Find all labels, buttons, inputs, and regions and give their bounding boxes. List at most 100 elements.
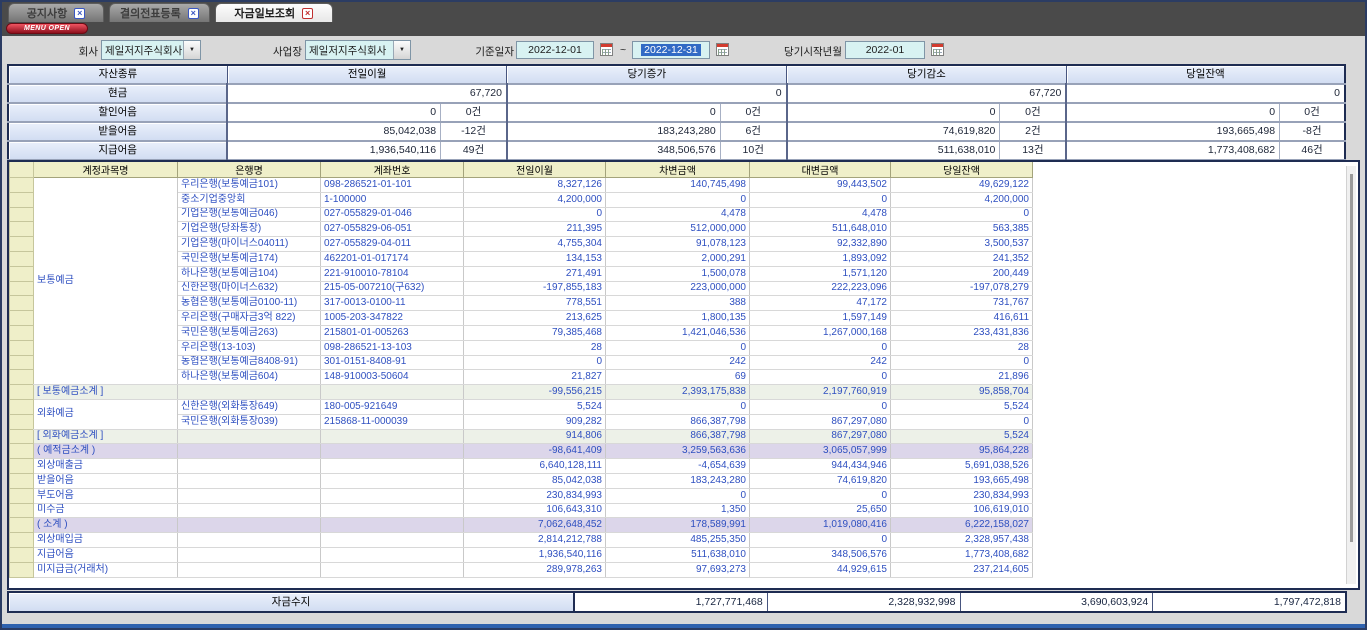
row-selector[interactable] bbox=[10, 311, 34, 326]
amount-cell[interactable]: 563,385 bbox=[891, 222, 1033, 237]
account-number-cell[interactable]: 1005-203-347822 bbox=[321, 311, 464, 326]
vertical-scrollbar[interactable] bbox=[1346, 166, 1356, 584]
amount-cell[interactable]: 1,267,000,168 bbox=[750, 325, 891, 340]
account-number-cell[interactable] bbox=[321, 533, 464, 548]
amount-cell[interactable]: 866,387,798 bbox=[606, 414, 750, 429]
amount-cell[interactable]: 183,243,280 bbox=[606, 473, 750, 488]
account-number-cell[interactable] bbox=[321, 547, 464, 562]
amount-cell[interactable]: -197,855,183 bbox=[464, 281, 606, 296]
amount-cell[interactable]: -99,556,215 bbox=[464, 385, 606, 400]
amount-cell[interactable]: 1,350 bbox=[606, 503, 750, 518]
bank-name-cell[interactable]: 우리은행(구매자금3억 822) bbox=[178, 311, 321, 326]
amount-cell[interactable]: 3,500,537 bbox=[891, 237, 1033, 252]
bank-name-cell[interactable] bbox=[178, 385, 321, 400]
row-selector[interactable] bbox=[10, 340, 34, 355]
amount-cell[interactable]: 106,643,310 bbox=[464, 503, 606, 518]
account-number-cell[interactable] bbox=[321, 562, 464, 577]
account-number-cell[interactable] bbox=[321, 385, 464, 400]
amount-cell[interactable]: 223,000,000 bbox=[606, 281, 750, 296]
account-number-cell[interactable] bbox=[321, 459, 464, 474]
amount-cell[interactable]: 134,153 bbox=[464, 251, 606, 266]
account-number-cell[interactable]: 215868-11-000039 bbox=[321, 414, 464, 429]
account-number-cell[interactable]: 027-055829-04-011 bbox=[321, 237, 464, 252]
amount-cell[interactable]: 0 bbox=[891, 414, 1033, 429]
amount-cell[interactable]: 6,222,158,027 bbox=[891, 518, 1033, 533]
amount-cell[interactable]: 1,500,078 bbox=[606, 266, 750, 281]
row-selector[interactable] bbox=[10, 562, 34, 577]
bank-name-cell[interactable]: 신한은행(마이너스632) bbox=[178, 281, 321, 296]
account-number-cell[interactable] bbox=[321, 518, 464, 533]
amount-cell[interactable]: 91,078,123 bbox=[606, 237, 750, 252]
bank-name-cell[interactable]: 하나은행(보통예금104) bbox=[178, 266, 321, 281]
account-number-cell[interactable]: 027-055829-06-051 bbox=[321, 222, 464, 237]
account-label-cell[interactable]: [ 외화예금소계 ] bbox=[34, 429, 178, 444]
amount-cell[interactable]: 0 bbox=[606, 340, 750, 355]
bank-name-cell[interactable]: 기업은행(당좌통장) bbox=[178, 222, 321, 237]
amount-cell[interactable]: 211,395 bbox=[464, 222, 606, 237]
amount-cell[interactable]: 106,619,010 bbox=[891, 503, 1033, 518]
amount-cell[interactable]: 1,773,408,682 bbox=[891, 547, 1033, 562]
grid-row[interactable]: 받을어음85,042,038183,243,28074,619,820193,6… bbox=[10, 473, 1033, 488]
grid-row[interactable]: 외화예금신한은행(외화통장649)180-005-9216495,524005,… bbox=[10, 399, 1033, 414]
amount-cell[interactable]: 222,223,096 bbox=[750, 281, 891, 296]
amount-cell[interactable]: 0 bbox=[750, 488, 891, 503]
amount-cell[interactable]: 0 bbox=[750, 370, 891, 385]
amount-cell[interactable]: 230,834,993 bbox=[464, 488, 606, 503]
amount-cell[interactable]: 92,332,890 bbox=[750, 237, 891, 252]
bank-name-cell[interactable] bbox=[178, 444, 321, 459]
amount-cell[interactable]: 95,864,228 bbox=[891, 444, 1033, 459]
amount-cell[interactable]: 3,065,057,999 bbox=[750, 444, 891, 459]
account-label-cell[interactable]: 지급어음 bbox=[34, 547, 178, 562]
amount-cell[interactable]: 200,449 bbox=[891, 266, 1033, 281]
amount-cell[interactable]: 0 bbox=[606, 399, 750, 414]
row-selector[interactable] bbox=[10, 207, 34, 222]
scrollbar-thumb[interactable] bbox=[1350, 174, 1353, 542]
amount-cell[interactable]: 242 bbox=[606, 355, 750, 370]
account-number-cell[interactable]: 462201-01-017174 bbox=[321, 251, 464, 266]
amount-cell[interactable]: -98,641,409 bbox=[464, 444, 606, 459]
account-number-cell[interactable] bbox=[321, 429, 464, 444]
amount-cell[interactable]: 49,629,122 bbox=[891, 178, 1033, 193]
row-selector[interactable] bbox=[10, 266, 34, 281]
account-number-cell[interactable]: 1-100000 bbox=[321, 192, 464, 207]
amount-cell[interactable]: 0 bbox=[750, 340, 891, 355]
account-number-cell[interactable] bbox=[321, 488, 464, 503]
account-number-cell[interactable]: 301-0151-8408-91 bbox=[321, 355, 464, 370]
account-number-cell[interactable]: 215-05-007210(구632) bbox=[321, 281, 464, 296]
date-to-input[interactable]: 2022-12-31 bbox=[632, 41, 710, 59]
amount-cell[interactable]: 6,640,128,111 bbox=[464, 459, 606, 474]
date-from-input[interactable]: 2022-12-01 bbox=[516, 41, 594, 59]
amount-cell[interactable]: 99,443,502 bbox=[750, 178, 891, 193]
account-number-cell[interactable]: 215801-01-005263 bbox=[321, 325, 464, 340]
account-number-cell[interactable] bbox=[321, 473, 464, 488]
bank-name-cell[interactable] bbox=[178, 503, 321, 518]
row-selector[interactable] bbox=[10, 296, 34, 311]
amount-cell[interactable]: 348,506,576 bbox=[750, 547, 891, 562]
amount-cell[interactable]: 74,619,820 bbox=[750, 473, 891, 488]
amount-cell[interactable]: 28 bbox=[464, 340, 606, 355]
amount-cell[interactable]: 2,328,957,438 bbox=[891, 533, 1033, 548]
site-select[interactable]: 제일저지주식회사 ▼ bbox=[305, 40, 411, 60]
amount-cell[interactable]: 97,693,273 bbox=[606, 562, 750, 577]
row-selector[interactable] bbox=[10, 281, 34, 296]
bank-name-cell[interactable]: 국민은행(보통예금174) bbox=[178, 251, 321, 266]
row-selector[interactable] bbox=[10, 503, 34, 518]
account-number-cell[interactable]: 098-286521-13-103 bbox=[321, 340, 464, 355]
account-number-cell[interactable] bbox=[321, 503, 464, 518]
row-selector[interactable] bbox=[10, 178, 34, 193]
amount-cell[interactable]: 4,478 bbox=[750, 207, 891, 222]
row-selector[interactable] bbox=[10, 444, 34, 459]
amount-cell[interactable]: 47,172 bbox=[750, 296, 891, 311]
amount-cell[interactable]: 21,827 bbox=[464, 370, 606, 385]
grid-row[interactable]: ( 소계 )7,062,648,452178,589,9911,019,080,… bbox=[10, 518, 1033, 533]
account-number-cell[interactable]: 027-055829-01-046 bbox=[321, 207, 464, 222]
account-label-cell[interactable]: 받을어음 bbox=[34, 473, 178, 488]
bank-name-cell[interactable]: 신한은행(외화통장649) bbox=[178, 399, 321, 414]
account-label-cell[interactable]: [ 보통예금소계 ] bbox=[34, 385, 178, 400]
amount-cell[interactable]: 5,691,038,526 bbox=[891, 459, 1033, 474]
chevron-down-icon[interactable]: ▼ bbox=[393, 41, 410, 59]
amount-cell[interactable]: 866,387,798 bbox=[606, 429, 750, 444]
account-group-cell[interactable]: 보통예금 bbox=[34, 178, 178, 385]
amount-cell[interactable]: 140,745,498 bbox=[606, 178, 750, 193]
bank-name-cell[interactable] bbox=[178, 533, 321, 548]
